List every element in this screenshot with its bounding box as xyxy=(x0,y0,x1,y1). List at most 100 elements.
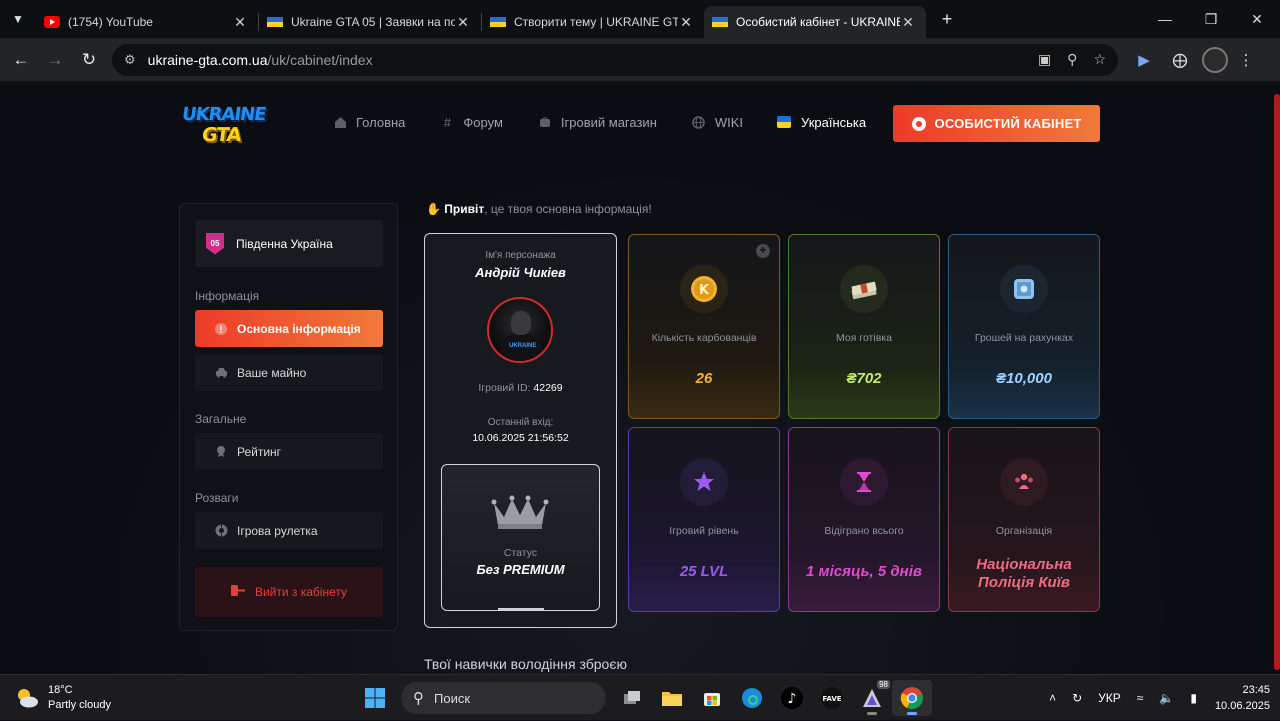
tab-applications[interactable]: Ukraine GTA 05 | Заявки на пос ✕ xyxy=(259,6,481,38)
zoom-icon[interactable]: ⚲ xyxy=(1067,51,1077,68)
system-tray: ˄ ↻ УКР ≈ 🔈 ▮ 23:45 10.06.2025 xyxy=(1033,675,1270,721)
task-view-icon[interactable] xyxy=(612,680,652,716)
reload-icon[interactable]: ↻ xyxy=(72,43,106,77)
language-selector[interactable]: Українська xyxy=(777,115,866,130)
install-app-icon[interactable]: ▣ xyxy=(1038,51,1051,68)
organization-line-2: Поліція Київ xyxy=(978,574,1070,591)
keyboard-language[interactable]: УКР xyxy=(1098,691,1121,705)
close-tab-icon[interactable]: ✕ xyxy=(900,14,916,31)
tab-title: Створити тему | UKRAINE GTA xyxy=(514,15,678,29)
nav-forum[interactable]: # Форум xyxy=(439,114,503,130)
tab-youtube[interactable]: (1754) YouTube ✕ xyxy=(36,6,258,38)
url-host: ukraine-gta.com.ua xyxy=(147,51,268,68)
forward-icon[interactable]: → xyxy=(38,43,72,77)
logout-button[interactable]: Вийти з кабінету xyxy=(195,567,383,617)
site-header: UKRAINE GTA Головна # Форум Ігровий мага… xyxy=(180,100,1100,150)
tab-create-topic[interactable]: Створити тему | UKRAINE GTA ✕ xyxy=(482,6,704,38)
greeting-rest: , це твоя основна інформація! xyxy=(484,202,652,216)
stat-card-organization: Організація Національна Поліція Київ xyxy=(948,427,1100,612)
start-button[interactable] xyxy=(355,680,395,716)
scrollbar-thumb[interactable] xyxy=(1274,94,1280,670)
close-tab-icon[interactable]: ✕ xyxy=(678,14,694,31)
sidebar-item-property[interactable]: Ваше майно xyxy=(195,354,383,391)
bookmark-star-icon[interactable]: ☆ xyxy=(1093,51,1106,68)
nav-home[interactable]: Головна xyxy=(332,114,405,130)
stat-card-karbovanets: + K Кількість карбованців 26 xyxy=(628,234,780,419)
edge-browser-icon[interactable] xyxy=(732,680,772,716)
tab-search-button[interactable]: ▼ xyxy=(0,0,36,38)
wifi-icon[interactable]: ≈ xyxy=(1137,691,1144,705)
microsoft-store-icon[interactable] xyxy=(692,680,732,716)
extensions-icon[interactable]: ⨁ xyxy=(1162,51,1198,69)
windows-logo-icon xyxy=(365,688,385,708)
minimize-icon[interactable]: — xyxy=(1142,0,1188,38)
nav-wiki[interactable]: WIKI xyxy=(691,114,743,130)
search-icon: ⚲ xyxy=(413,690,424,707)
server-selector[interactable]: 05 Південна Україна xyxy=(195,220,383,267)
add-currency-button[interactable]: + xyxy=(756,244,770,258)
language-label: Українська xyxy=(801,114,867,130)
logo-text-gta: GTA xyxy=(200,124,242,146)
tab-title: (1754) YouTube xyxy=(68,15,153,29)
cash-stack-icon xyxy=(840,265,888,313)
chrome-browser-icon[interactable] xyxy=(892,680,932,716)
sidebar-item-roulette[interactable]: Ігрова рулетка xyxy=(195,512,383,549)
sidebar-item-label: Основна інформація xyxy=(237,321,361,336)
volume-icon[interactable]: 🔈 xyxy=(1159,691,1174,705)
page-scrollbar[interactable] xyxy=(1274,94,1280,670)
show-hidden-icons-icon[interactable]: ˄ xyxy=(1049,691,1056,705)
taskbar-search[interactable]: ⚲ Поиск xyxy=(401,682,606,714)
site-logo[interactable]: UKRAINE GTA xyxy=(180,102,267,148)
status-label: Статус xyxy=(503,547,538,559)
media-app-icon[interactable]: FAVE xyxy=(812,680,852,716)
file-explorer-icon[interactable] xyxy=(652,680,692,716)
stat-value: ₴702 xyxy=(846,370,882,387)
close-tab-icon[interactable]: ✕ xyxy=(455,14,471,31)
menu-icon[interactable]: ⋮ xyxy=(1228,51,1264,69)
weather-widget[interactable]: 18°C Partly cloudy xyxy=(14,683,111,713)
tiktok-icon[interactable]: ♪ xyxy=(772,680,812,716)
hourglass-icon xyxy=(840,458,888,506)
sync-icon[interactable]: ↻ xyxy=(1072,691,1082,705)
greeting-text: ✋ Привіт, це твоя основна інформація! xyxy=(426,202,652,216)
logout-icon xyxy=(230,584,246,600)
organization-line-1: Національна xyxy=(976,556,1072,573)
status-underline xyxy=(498,608,544,610)
game-launcher-icon[interactable]: 98 xyxy=(852,680,892,716)
weather-temp: 18°C xyxy=(48,684,73,696)
organization-people-icon xyxy=(1000,458,1048,506)
section-info-heading: Інформація xyxy=(195,289,260,303)
shop-bag-icon xyxy=(537,114,553,130)
address-bar[interactable]: ⚙ ukraine-gta.com.ua/uk/cabinet/index ▣ … xyxy=(112,43,1118,76)
sidebar-item-rating[interactable]: Рейтинг xyxy=(195,433,383,470)
sidebar-item-main-info[interactable]: Основна інформація xyxy=(195,310,383,347)
site-info-icon[interactable]: ⚙ xyxy=(124,52,136,68)
new-tab-button[interactable]: + xyxy=(932,9,962,30)
partly-cloudy-icon xyxy=(18,689,38,708)
svg-text:FAVE: FAVE xyxy=(822,695,841,703)
clock-date: 10.06.2025 xyxy=(1214,700,1270,712)
maximize-icon[interactable]: ❐ xyxy=(1188,0,1234,38)
browser-tab-strip: ▼ (1754) YouTube ✕ Ukraine GTA 05 | Заяв… xyxy=(0,0,1280,38)
character-card: Ім'я персонажа Андрій Чикіев UKRAINE Ігр… xyxy=(424,233,617,628)
media-play-icon[interactable]: ▶ xyxy=(1126,51,1162,69)
close-tab-icon[interactable]: ✕ xyxy=(232,14,248,31)
site-favicon-icon xyxy=(490,14,506,30)
back-icon[interactable]: ← xyxy=(4,43,38,77)
profile-avatar[interactable] xyxy=(1202,46,1228,73)
battery-icon[interactable]: ▮ xyxy=(1190,691,1197,705)
user-icon xyxy=(911,116,926,131)
greeting-bold: Привіт xyxy=(444,202,485,216)
nav-shop[interactable]: Ігровий магазин xyxy=(537,114,657,130)
browser-toolbar: ← → ↻ ⚙ ukraine-gta.com.ua/uk/cabinet/in… xyxy=(0,38,1280,82)
clock[interactable]: 23:45 10.06.2025 xyxy=(1215,682,1270,714)
coin-icon: K xyxy=(680,265,728,313)
url-path: /uk/cabinet/index xyxy=(267,51,373,68)
toolbar-actions: ▶ ⨁ ⋮ xyxy=(1126,46,1264,73)
sidebar-item-label: Рейтинг xyxy=(237,444,282,459)
personal-cabinet-button[interactable]: ОСОБИСТИЙ КАБІНЕТ xyxy=(893,105,1100,142)
taskbar-search-placeholder: Поиск xyxy=(434,690,471,706)
close-window-icon[interactable]: ✕ xyxy=(1234,0,1280,38)
tab-cabinet[interactable]: Особистий кабінет - UKRAINE ✕ xyxy=(704,6,926,38)
taskbar-apps: ⚲ Поиск ♪ FAVE 98 xyxy=(355,680,932,716)
